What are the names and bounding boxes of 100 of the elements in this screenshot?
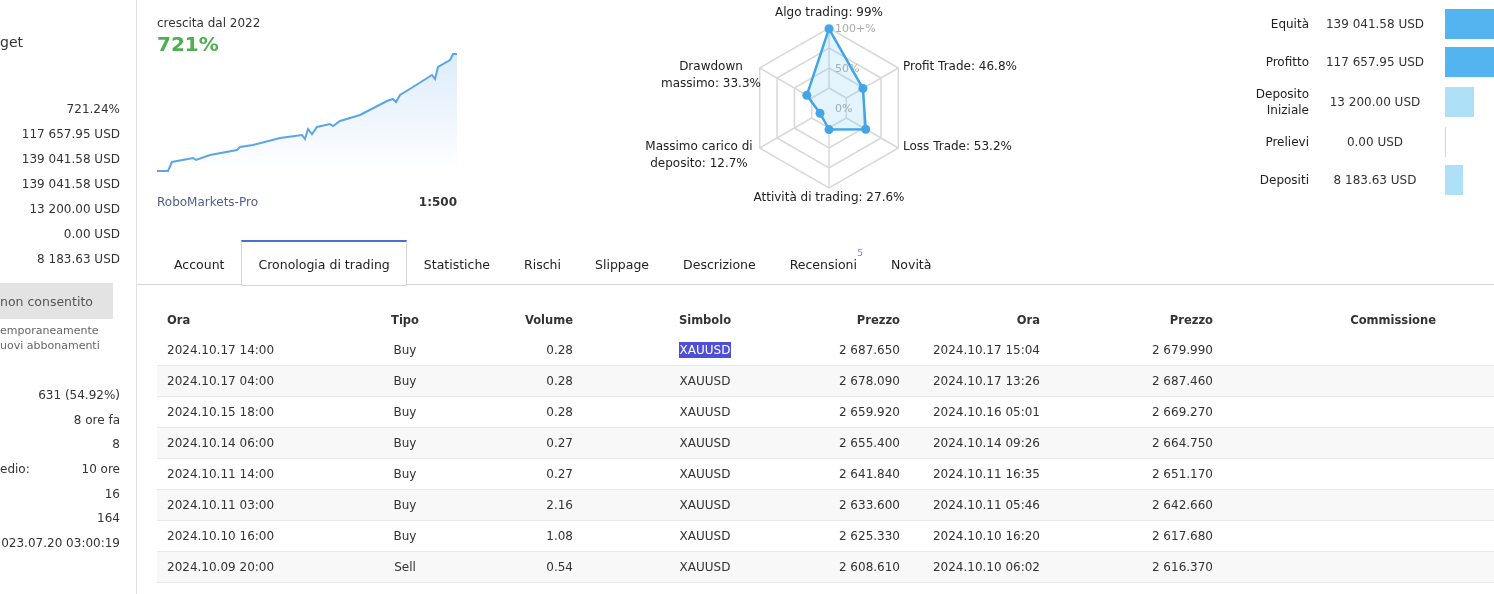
- table-cell: 2 669.270: [1050, 396, 1223, 428]
- table-cell: Buy: [300, 489, 510, 521]
- scale-label: 0%: [835, 102, 853, 115]
- table-cell: Sell: [300, 551, 510, 583]
- table-cell: 2 641.840: [827, 458, 910, 490]
- action-button[interactable]: non consentito: [0, 283, 113, 319]
- table-cell: 2024.10.17 15:04: [910, 335, 1050, 366]
- balance-value: 117 657.95 USD: [1324, 55, 1426, 69]
- table-cell: 1.08: [510, 520, 583, 552]
- stat-value: 117 657.95 USD: [20, 126, 120, 143]
- table-cell: 2024.10.09 20:00: [157, 551, 300, 583]
- stat-value: 631 (54.92%): [38, 387, 120, 404]
- tab[interactable]: Slippage: [578, 240, 667, 285]
- table-cell: 2024.10.10 06:02: [910, 551, 1050, 583]
- table-cell: 2024.10.10 16:20: [910, 520, 1050, 552]
- stat-value: 721.24%: [65, 101, 120, 118]
- table-cell: 2024.10.11 16:35: [910, 458, 1050, 490]
- radar-point: [858, 83, 868, 93]
- table-cell: Buy: [300, 458, 510, 490]
- balance-value: 13 200.00 USD: [1328, 95, 1422, 109]
- table-cell: XAUUSD: [678, 528, 732, 544]
- tab[interactable]: Descrizione: [666, 240, 773, 285]
- balance-label: Depositi: [1258, 172, 1309, 188]
- table-cell: 2 655.400: [827, 427, 910, 459]
- column-header: Prezzo: [855, 312, 901, 329]
- table-cell: XAUUSD: [678, 466, 732, 482]
- column-header: Commissione: [1349, 312, 1437, 329]
- balance-label: Profitto: [1264, 54, 1309, 70]
- table-cell: 2 687.650: [827, 335, 910, 366]
- balance-value: 8 183.63 USD: [1332, 173, 1418, 187]
- growth-value: 721%: [157, 32, 220, 56]
- stat-value: 139 041.58 USD: [20, 151, 120, 168]
- table-cell: 2024.10.11 05:46: [910, 489, 1050, 521]
- stat-label: edio:: [0, 461, 30, 479]
- note-text: emporaneamente uovi abbonamenti: [0, 323, 101, 353]
- column-header: Volume: [523, 312, 574, 329]
- table-cell: Buy: [300, 427, 510, 459]
- table-cell: XAUUSD: [678, 342, 732, 358]
- growth-caption: crescita dal 2022: [157, 16, 262, 30]
- axis-label: Algo trading: 99%: [774, 4, 884, 21]
- leverage-value: 1:500: [418, 195, 457, 209]
- table-cell: 0.27: [510, 427, 583, 459]
- table-cell: XAUUSD: [678, 497, 732, 513]
- axis-label: Profit Trade: 46.8%: [903, 58, 1017, 75]
- tab[interactable]: Cronologia di trading: [241, 240, 407, 286]
- table-cell: Buy: [300, 396, 510, 428]
- balance-label: Equità: [1269, 16, 1309, 32]
- panel-heading: get: [0, 33, 24, 52]
- tab[interactable]: Account: [157, 240, 242, 285]
- table-cell: 2 625.330: [827, 520, 910, 552]
- table-cell: 2 651.170: [1050, 458, 1223, 490]
- server-link[interactable]: RoboMarkets-Pro: [157, 195, 258, 209]
- tab[interactable]: Recensioni 5: [772, 240, 874, 285]
- balance-value: 139 041.58 USD: [1324, 17, 1426, 31]
- table-cell: 2024.10.10 16:00: [157, 520, 300, 552]
- radar-point: [861, 124, 871, 134]
- column-header: Prezzo: [1168, 312, 1214, 329]
- tab[interactable]: Statistiche: [406, 240, 508, 285]
- review-count: 5: [857, 248, 863, 258]
- radar-point: [824, 125, 834, 135]
- table-cell: 2024.10.11 03:00: [157, 489, 300, 521]
- table-cell: 0.28: [510, 365, 583, 397]
- stat-value: 023.07.20 03:00:19: [1, 535, 120, 553]
- stat-value: 10 ore: [81, 461, 120, 479]
- table-cell: 2 679.990: [1050, 335, 1223, 366]
- axis-label: Attività di trading: 27.6%: [752, 189, 906, 206]
- balance-label: Deposito Iniziale: [1254, 86, 1309, 118]
- table-cell: Buy: [300, 335, 510, 366]
- table-cell: 0.28: [510, 396, 583, 428]
- stat-value: 13 200.00 USD: [28, 201, 120, 218]
- tab[interactable]: Novità: [874, 240, 949, 285]
- tab[interactable]: Rischi: [507, 240, 578, 285]
- table-cell: XAUUSD: [678, 373, 732, 389]
- balance-label: Prelievi: [1264, 134, 1309, 150]
- table-cell: 2024.10.17 13:26: [910, 365, 1050, 397]
- table-cell: 2 616.370: [1050, 551, 1223, 583]
- stat-value: 8 ore fa: [73, 411, 120, 429]
- table-cell: 2 664.750: [1050, 427, 1223, 459]
- radar-point: [824, 24, 834, 34]
- table-cell: 2.16: [510, 489, 583, 521]
- radar-point: [802, 90, 812, 100]
- stat-value: 8: [112, 436, 120, 454]
- table-cell: Buy: [300, 365, 510, 397]
- axis-label: Massimo carico di deposito: 12.7%: [644, 138, 754, 172]
- table-cell: 2024.10.16 05:01: [910, 396, 1050, 428]
- column-header: Ora: [166, 312, 192, 329]
- stat-value: 8 183.63 USD: [36, 251, 120, 268]
- table-cell: 2 678.090: [827, 365, 910, 397]
- radar-point: [815, 108, 825, 118]
- table-cell: XAUUSD: [678, 435, 732, 451]
- table-cell: 2 617.680: [1050, 520, 1223, 552]
- stat-value: 0.00 USD: [62, 226, 120, 243]
- stat-value: 164: [97, 510, 120, 528]
- column-header: Simbolo: [677, 312, 733, 329]
- table-cell: XAUUSD: [678, 559, 732, 575]
- axis-label: Loss Trade: 53.2%: [903, 138, 1012, 155]
- table-cell: 0.54: [510, 551, 583, 583]
- scale-label: 100+%: [835, 22, 876, 35]
- column-header: Ora: [1015, 312, 1041, 329]
- table-cell: 2024.10.17 14:00: [157, 335, 300, 366]
